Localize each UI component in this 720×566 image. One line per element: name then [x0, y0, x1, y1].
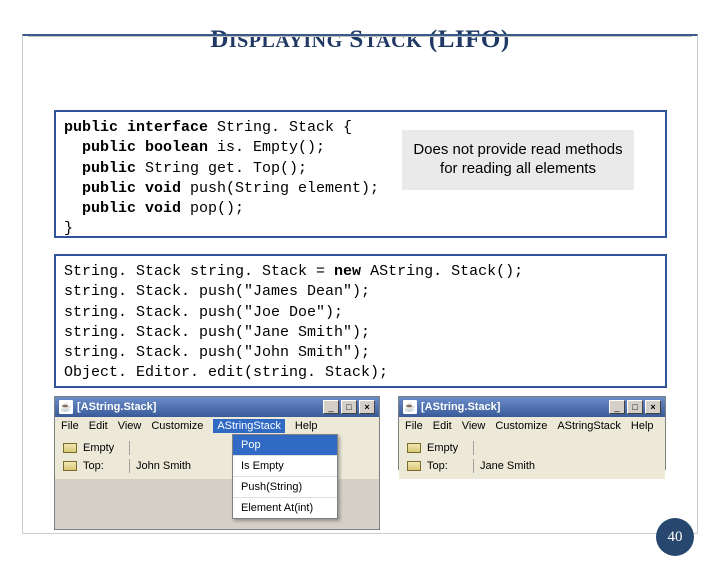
menu-astringstack[interactable]: AStringStack — [557, 420, 621, 432]
maximize-button[interactable]: □ — [627, 400, 643, 414]
code-text: pop(); — [181, 200, 244, 217]
java-icon: ☕ — [59, 400, 73, 414]
kw: public — [64, 160, 136, 177]
minimize-button[interactable]: _ — [609, 400, 625, 414]
kw: void — [136, 200, 181, 217]
menubar: File Edit View Customize AStringStack He… — [55, 417, 379, 435]
callout-note: Does not provide read methods for readin… — [402, 130, 634, 190]
window-title: [AString.Stack] — [77, 401, 319, 413]
page-number: 40 — [656, 518, 694, 556]
code-text: is. Empty(); — [208, 139, 325, 156]
menu-customize[interactable]: Customize — [151, 420, 203, 432]
kw: public — [64, 119, 118, 136]
menu-edit[interactable]: Edit — [89, 420, 108, 432]
code-text: string. Stack. push("John Smith"); — [64, 344, 370, 361]
separator — [129, 459, 130, 473]
maximize-button[interactable]: □ — [341, 400, 357, 414]
code-text: AString. Stack(); — [361, 263, 523, 280]
menubar: File Edit View Customize AStringStack He… — [399, 417, 665, 435]
window-buttons: _ □ × — [323, 400, 375, 414]
empty-label: Empty — [83, 442, 123, 454]
field-icon — [63, 443, 77, 453]
separator — [473, 459, 474, 473]
minimize-button[interactable]: _ — [323, 400, 339, 414]
app-window-right: ☕ [AString.Stack] _ □ × File Edit View C… — [398, 396, 666, 470]
menu-astringstack[interactable]: AStringStack — [213, 419, 285, 433]
separator — [129, 441, 130, 455]
kw: public — [64, 200, 136, 217]
code-text: } — [64, 220, 73, 237]
menu-help[interactable]: Help — [631, 420, 654, 432]
code-block-usage: String. Stack string. Stack = new AStrin… — [54, 254, 667, 388]
titlebar[interactable]: ☕ [AString.Stack] _ □ × — [399, 397, 665, 417]
menu-item-elementat[interactable]: Element At(int) — [233, 498, 337, 518]
kw: void — [136, 180, 181, 197]
menu-view[interactable]: View — [462, 420, 486, 432]
window-body: Empty Top: Jane Smith — [399, 435, 665, 479]
top-value: Jane Smith — [480, 460, 535, 472]
close-button[interactable]: × — [359, 400, 375, 414]
code-text: push(String element); — [181, 180, 379, 197]
top-label: Top: — [427, 460, 467, 472]
menu-file[interactable]: File — [61, 420, 79, 432]
kw: new — [334, 263, 361, 280]
kw: public — [64, 139, 136, 156]
window-title: [AString.Stack] — [421, 401, 605, 413]
slide-frame-rule — [28, 36, 692, 37]
top-label: Top: — [83, 460, 123, 472]
code-text: String get. Top(); — [136, 160, 307, 177]
menu-file[interactable]: File — [405, 420, 423, 432]
code-text: string. Stack. push("James Dean"); — [64, 283, 370, 300]
empty-label: Empty — [427, 442, 467, 454]
kw: interface — [118, 119, 208, 136]
menu-item-pop[interactable]: Pop — [233, 435, 337, 456]
menu-item-push[interactable]: Push(String) — [233, 477, 337, 498]
row-empty: Empty — [407, 439, 657, 457]
code-text: string. Stack. push("Joe Doe"); — [64, 304, 343, 321]
dropdown-menu: Pop Is Empty Push(String) Element At(int… — [232, 434, 338, 519]
menu-view[interactable]: View — [118, 420, 142, 432]
code-text: String. Stack string. Stack = — [64, 263, 334, 280]
kw: boolean — [136, 139, 208, 156]
menu-edit[interactable]: Edit — [433, 420, 452, 432]
page-number-value: 40 — [668, 529, 683, 546]
code-text: Object. Editor. edit(string. Stack); — [64, 364, 388, 381]
row-top: Top: Jane Smith — [407, 457, 657, 475]
code-text: string. Stack. push("Jane Smith"); — [64, 324, 370, 341]
field-icon — [63, 461, 77, 471]
field-icon — [407, 461, 421, 471]
kw: public — [64, 180, 136, 197]
code-text: String. Stack { — [208, 119, 352, 136]
java-icon: ☕ — [403, 400, 417, 414]
menu-customize[interactable]: Customize — [495, 420, 547, 432]
field-icon — [407, 443, 421, 453]
menu-help[interactable]: Help — [295, 420, 318, 432]
window-buttons: _ □ × — [609, 400, 661, 414]
separator — [473, 441, 474, 455]
top-value: John Smith — [136, 460, 191, 472]
callout-text: Does not provide read methods for readin… — [406, 141, 630, 179]
menu-item-isempty[interactable]: Is Empty — [233, 456, 337, 477]
close-button[interactable]: × — [645, 400, 661, 414]
titlebar[interactable]: ☕ [AString.Stack] _ □ × — [55, 397, 379, 417]
